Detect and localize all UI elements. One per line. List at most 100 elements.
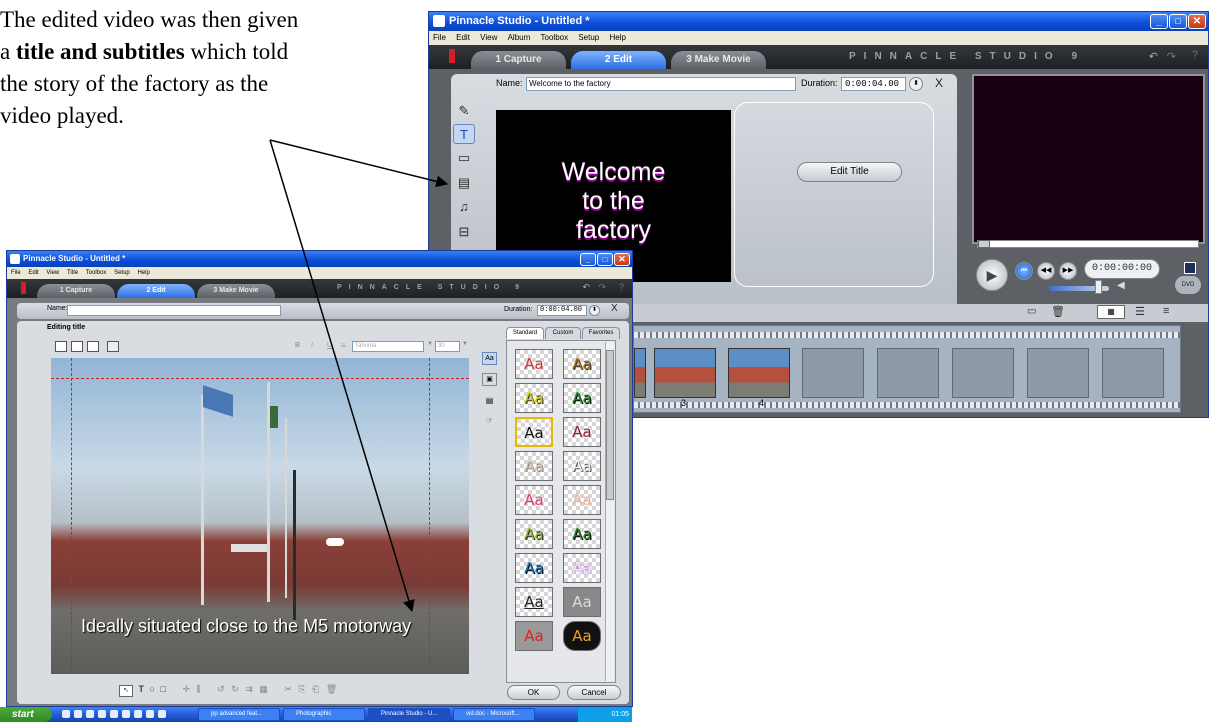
quicklaunch-icon[interactable]	[146, 710, 154, 718]
audio-icon[interactable]: ♫	[453, 197, 475, 217]
tab-edit[interactable]: 2 Edit	[117, 284, 195, 298]
ellipse-tool-icon[interactable]: ○	[150, 684, 155, 694]
style-swatch[interactable]: Aa	[515, 621, 553, 651]
help-icon[interactable]: ?	[619, 282, 624, 292]
disc-menu-icon[interactable]: ▤	[453, 173, 475, 193]
tab-make-movie[interactable]: 3 Make Movie	[671, 51, 766, 69]
font-dropdown-icon[interactable]: ▼	[427, 341, 433, 347]
clip-thumbnail[interactable]	[634, 348, 646, 398]
volume-handle[interactable]	[1095, 280, 1102, 294]
close-panel-button[interactable]: X	[935, 76, 943, 90]
redo-icon[interactable]: ↷	[1167, 50, 1176, 63]
empty-clip-slot[interactable]	[802, 348, 864, 398]
style-swatch[interactable]: Aa	[515, 485, 553, 515]
empty-clip-slot[interactable]	[1027, 348, 1089, 398]
front-title-bar[interactable]: Pinnacle Studio - Untitled * _ □ ✕	[7, 251, 632, 267]
font-size-select[interactable]: 30	[435, 341, 460, 352]
trash-icon[interactable]: 🗑	[1051, 305, 1065, 318]
style-swatch[interactable]: Aa	[563, 553, 601, 583]
style-swatch[interactable]: Aa	[563, 417, 601, 447]
storyboard-view-button[interactable]: ▦	[1097, 305, 1125, 319]
menu-title[interactable]: Title	[67, 267, 78, 279]
style-swatch[interactable]: Aa	[563, 519, 601, 549]
style-swatch[interactable]: Aa	[563, 349, 601, 379]
menu-edit[interactable]: Edit	[28, 267, 38, 279]
fullscreen-icon[interactable]	[1184, 262, 1196, 274]
fast-forward-button[interactable]: ▶▶	[1059, 262, 1077, 280]
clip-thumbnail[interactable]	[728, 348, 790, 398]
style-swatch[interactable]: Aa	[563, 451, 601, 481]
button-tool-icon[interactable]: ☞	[482, 414, 497, 427]
underline-icon[interactable]: U	[327, 342, 332, 349]
scrubber-handle[interactable]	[978, 240, 990, 248]
empty-clip-slot[interactable]	[952, 348, 1014, 398]
maximize-button[interactable]: □	[1169, 14, 1187, 29]
close-editor-button[interactable]: X	[611, 303, 618, 314]
paste-icon[interactable]: ⎗	[312, 684, 319, 694]
minimize-button[interactable]: _	[1150, 14, 1168, 29]
cancel-button[interactable]: Cancel	[567, 685, 621, 700]
style-swatch[interactable]: Aa	[515, 553, 553, 583]
text-tool-icon[interactable]: T	[139, 684, 145, 694]
background-tool-icon[interactable]: ▣	[482, 373, 497, 386]
ok-button[interactable]: OK	[507, 685, 560, 700]
speaker-icon[interactable]: ◀	[1117, 280, 1125, 291]
clip-thumbnail[interactable]	[654, 348, 716, 398]
still-image-icon[interactable]: ▭	[453, 148, 475, 168]
style-swatch[interactable]: Aa	[515, 349, 553, 379]
font-size-dropdown-icon[interactable]: ▼	[462, 341, 468, 347]
text-style-tool-icon[interactable]: Aa	[482, 352, 497, 365]
quicklaunch-icon[interactable]	[98, 710, 106, 718]
style-swatch[interactable]: Aa	[515, 451, 553, 481]
undo-icon[interactable]: ↶	[582, 282, 590, 293]
quicklaunch-icon[interactable]	[74, 710, 82, 718]
style-swatch[interactable]: Aa	[563, 383, 601, 413]
style-swatch-selected[interactable]: Aa	[515, 417, 553, 447]
close-button[interactable]: ✕	[1188, 14, 1206, 29]
help-icon[interactable]: ?	[1192, 49, 1198, 61]
close-button[interactable]: ✕	[614, 253, 630, 266]
rotate-right-icon[interactable]: ↻	[231, 684, 239, 694]
cut-icon[interactable]: ✂	[284, 684, 292, 694]
style-swatch[interactable]: Aa	[515, 519, 553, 549]
style-swatch[interactable]: Aa	[563, 621, 601, 651]
style-grid-scrollbar[interactable]	[605, 342, 614, 681]
justify-icon[interactable]: ≡	[341, 341, 346, 350]
menu-view[interactable]: View	[480, 31, 497, 45]
rotate-left-icon[interactable]: ↺	[217, 684, 225, 694]
style-swatch[interactable]: Aa	[515, 587, 553, 617]
title-edit-canvas[interactable]: Ideally situated close to the M5 motorwa…	[51, 358, 469, 674]
title-name-field[interactable]	[67, 305, 281, 316]
scrubber-bar[interactable]	[977, 240, 1199, 248]
tab-capture[interactable]: 1 Capture	[37, 284, 115, 298]
bold-icon[interactable]: B	[295, 342, 300, 349]
empty-clip-slot[interactable]	[1102, 348, 1164, 398]
selection-arrow-icon[interactable]: ↖	[119, 685, 133, 697]
redo-icon[interactable]: ↷	[598, 282, 606, 293]
menu-file[interactable]: File	[433, 31, 446, 45]
copy-icon[interactable]: ⎘	[298, 684, 305, 694]
tab-custom[interactable]: Custom	[545, 327, 581, 339]
font-select[interactable]: Tahoma	[352, 341, 424, 352]
layout-button-1[interactable]	[55, 341, 67, 352]
timecode-display[interactable]: 0:00:00:00	[1084, 259, 1160, 279]
tab-favorites[interactable]: Favorites	[582, 327, 620, 339]
delete-icon[interactable]: 🗑	[326, 684, 337, 694]
back-title-bar[interactable]: Pinnacle Studio - Untitled * _ □ ✕	[429, 12, 1208, 31]
title-name-field[interactable]: Welcome to the factory	[526, 77, 796, 91]
tab-capture[interactable]: 1 Capture	[471, 51, 566, 69]
taskbar-button[interactable]: pp advanced feat...	[198, 708, 280, 721]
menu-edit[interactable]: Edit	[456, 31, 470, 45]
tab-standard[interactable]: Standard	[506, 327, 544, 339]
minimize-button[interactable]: _	[580, 253, 596, 266]
kerning-icon[interactable]: ⫼	[197, 684, 201, 694]
maximize-button[interactable]: □	[597, 253, 613, 266]
scrollbar-thumb[interactable]	[606, 350, 614, 500]
picture-tool-icon[interactable]: ▤	[482, 394, 497, 407]
rewind-button[interactable]: ◀◀	[1037, 262, 1055, 280]
quicklaunch-icon[interactable]	[62, 710, 70, 718]
layout-button-4[interactable]	[107, 341, 119, 352]
undo-icon[interactable]: ↶	[1149, 50, 1158, 63]
menu-album[interactable]: Album	[508, 31, 531, 45]
style-swatch[interactable]: Aa	[563, 587, 601, 617]
